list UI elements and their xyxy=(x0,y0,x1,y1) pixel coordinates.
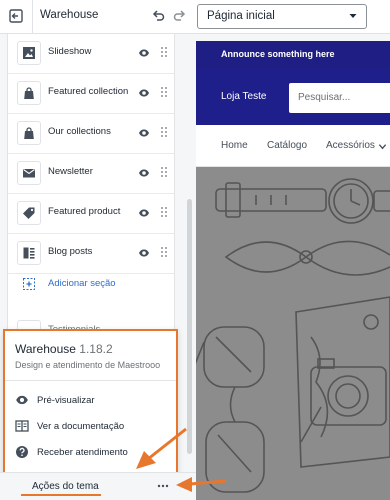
eye-icon[interactable] xyxy=(138,127,150,139)
page-select[interactable]: Página inicial xyxy=(197,4,367,29)
preview-action[interactable]: Pré-visualizar xyxy=(5,389,176,413)
sidebar-footer: Ações do tema xyxy=(0,472,196,500)
exit-button[interactable] xyxy=(5,5,27,27)
action-label: Pré-visualizar xyxy=(37,395,95,406)
store-name: Warehouse xyxy=(40,9,99,21)
section-row-our-collections[interactable]: Our collections xyxy=(8,114,174,154)
hero-image xyxy=(196,167,390,500)
theme-title: Warehouse 1.18.2 xyxy=(15,342,113,356)
divider xyxy=(5,380,176,381)
theme-actions-button[interactable]: Ações do tema xyxy=(32,481,99,492)
section-label: Blog posts xyxy=(48,246,93,257)
store-nav: Home Catálogo Acessórios xyxy=(196,125,390,167)
chevron-down-icon xyxy=(349,14,357,18)
announcement-bar: Announce something here xyxy=(196,41,390,69)
eye-icon[interactable] xyxy=(138,47,150,59)
eye-icon[interactable] xyxy=(138,207,150,219)
action-label: Ver a documentação xyxy=(37,421,125,432)
announcement-text: Announce something here xyxy=(221,49,335,59)
theme-version: 1.18.2 xyxy=(79,342,113,356)
highlight-underline xyxy=(21,494,101,496)
section-label: Our collections xyxy=(48,126,111,137)
drag-handle-icon[interactable] xyxy=(160,245,168,259)
action-label: Receber atendimento xyxy=(37,447,128,458)
nav-item-catalog[interactable]: Catálogo xyxy=(267,140,307,151)
store-header: Loja Teste Pesquisar... xyxy=(196,69,390,125)
section-row-featured-product[interactable]: Featured product xyxy=(8,194,174,234)
nav-item-home[interactable]: Home xyxy=(221,140,248,151)
annotation-arrow-icon xyxy=(176,477,227,492)
drag-handle-icon[interactable] xyxy=(160,85,168,99)
store-search-input[interactable]: Pesquisar... xyxy=(289,83,390,113)
product-illustration xyxy=(196,178,390,493)
redo-button[interactable] xyxy=(170,5,190,27)
theme-name: Warehouse xyxy=(15,342,76,356)
preview-frame: Announce something here Loja Teste Pesqu… xyxy=(196,41,390,500)
section-label: Featured collection xyxy=(48,86,129,97)
section-label: Slideshow xyxy=(48,46,92,57)
eye-icon[interactable] xyxy=(138,247,150,259)
more-icon[interactable] xyxy=(156,479,170,493)
store-preview: Announce something here Loja Teste Pesqu… xyxy=(196,34,390,500)
undo-button[interactable] xyxy=(148,5,168,27)
top-divider xyxy=(32,0,33,34)
envelope-icon xyxy=(17,161,41,185)
image-icon xyxy=(17,41,41,65)
add-section-icon xyxy=(23,278,35,290)
section-row-featured-collection[interactable]: Featured collection xyxy=(8,74,174,114)
search-placeholder: Pesquisar... xyxy=(298,92,351,103)
page-select-value: Página inicial xyxy=(207,10,275,22)
annotation-arrow-icon xyxy=(136,427,187,469)
book-icon xyxy=(15,420,29,432)
sidebar-scrollbar[interactable] xyxy=(187,199,192,454)
help-icon xyxy=(16,446,28,458)
chevron-down-icon xyxy=(378,144,387,150)
drag-handle-icon[interactable] xyxy=(160,125,168,139)
section-row-slideshow[interactable]: Slideshow xyxy=(8,34,174,74)
redo-icon xyxy=(173,10,186,21)
exit-icon xyxy=(9,9,23,23)
top-bar: Warehouse Página inicial xyxy=(0,0,390,34)
bag-icon xyxy=(17,121,41,145)
add-section-button[interactable]: Adicionar seção xyxy=(8,266,174,302)
section-label: Featured product xyxy=(48,206,121,217)
section-row-newsletter[interactable]: Newsletter xyxy=(8,154,174,194)
store-logo[interactable]: Loja Teste xyxy=(221,91,266,102)
eye-icon[interactable] xyxy=(138,167,150,179)
drag-handle-icon[interactable] xyxy=(160,45,168,59)
tag-icon xyxy=(17,201,41,225)
sections-list: Slideshow Featured collection Our collec… xyxy=(7,34,175,334)
eye-icon xyxy=(16,395,28,405)
eye-icon[interactable] xyxy=(138,87,150,99)
undo-icon xyxy=(152,10,165,21)
blog-icon xyxy=(17,241,41,265)
drag-handle-icon[interactable] xyxy=(160,205,168,219)
add-section-label: Adicionar seção xyxy=(48,278,116,289)
theme-developer: Design e atendimento de Maestrooo xyxy=(15,360,161,370)
section-label: Newsletter xyxy=(48,166,93,177)
drag-handle-icon[interactable] xyxy=(160,165,168,179)
nav-item-accessories[interactable]: Acessórios xyxy=(326,140,375,151)
bag-icon xyxy=(17,81,41,105)
